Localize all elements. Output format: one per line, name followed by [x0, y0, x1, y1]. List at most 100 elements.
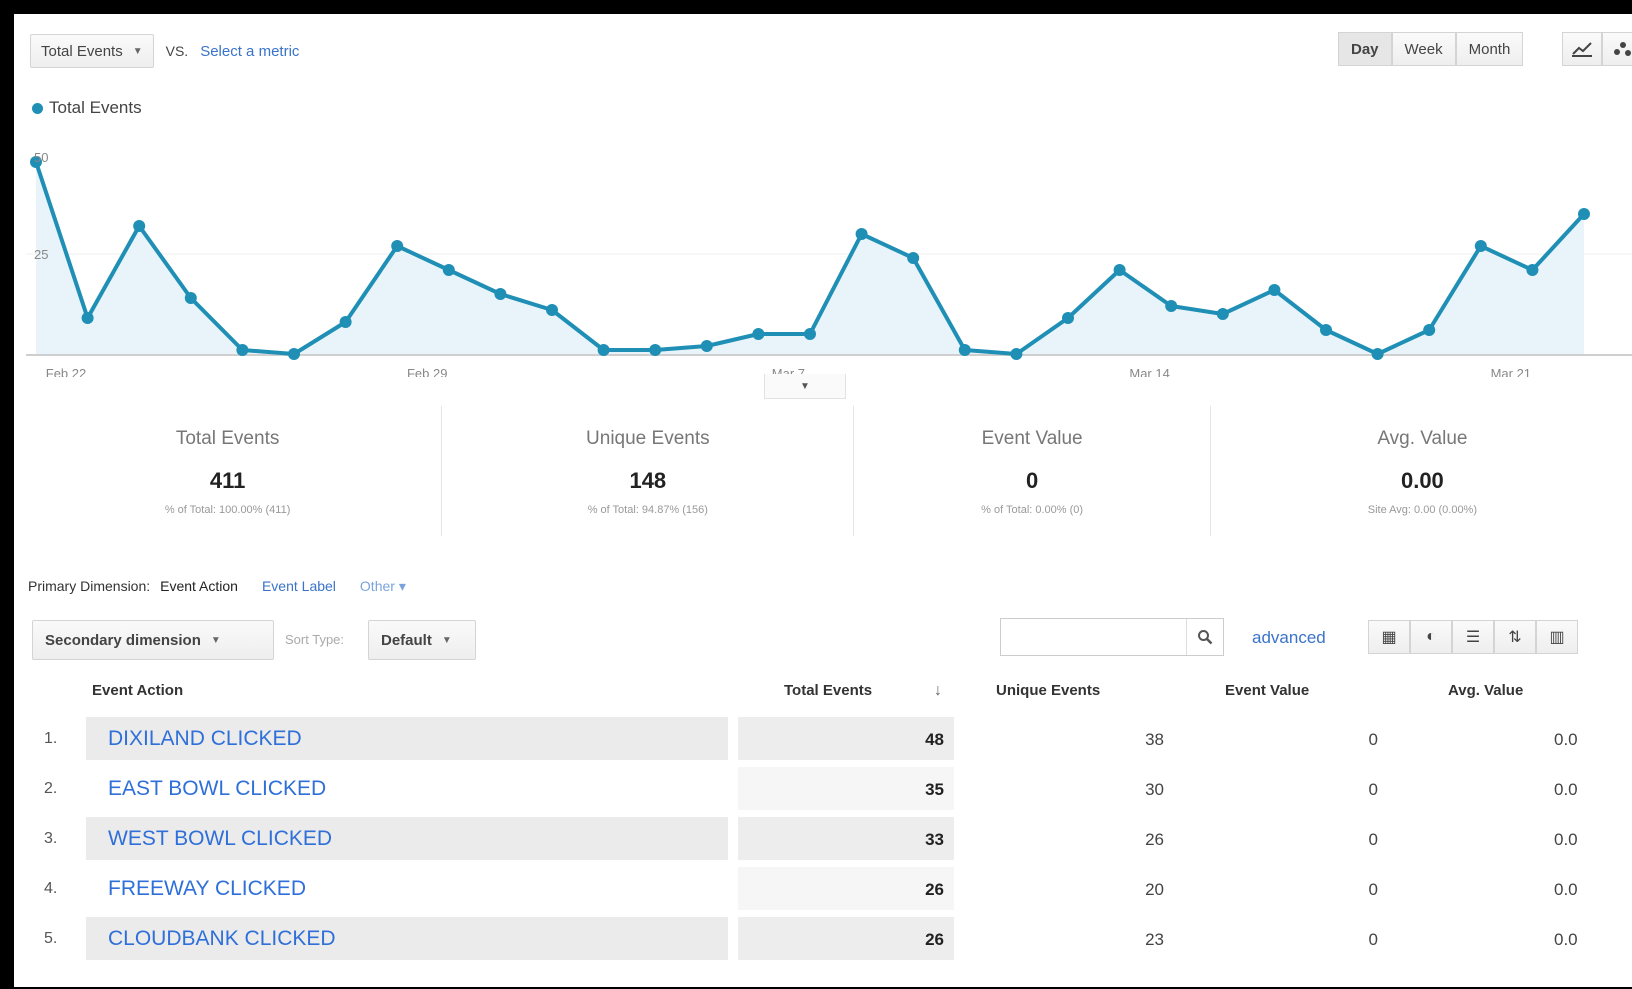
legend-swatch — [32, 102, 43, 114]
advanced-filter-link[interactable]: advanced — [1252, 628, 1326, 648]
scorecard-avg-value[interactable]: Avg. Value 0.00 Site Avg: 0.00 (0.00%) — [1211, 406, 1632, 536]
column-header-unique-events[interactable]: Unique Events — [996, 682, 1100, 699]
data-point — [855, 228, 868, 240]
pie-chart-view-icon[interactable]: ◐ — [1410, 620, 1452, 654]
data-point — [442, 264, 455, 276]
x-tick-label: Mar 14 — [1129, 366, 1169, 377]
series-area — [36, 162, 1584, 354]
table-body: 1. DIXILAND CLICKED 48 38 0 0.0 2. EAST … — [14, 714, 1632, 964]
scorecard-event-value[interactable]: Event Value 0 % of Total: 0.00% (0) — [854, 406, 1211, 536]
avg-value-value: 0.0 — [1554, 730, 1578, 749]
y-tick-label: 25 — [34, 247, 48, 262]
unique-events-value: 38 — [1145, 730, 1164, 749]
data-point — [1578, 208, 1590, 220]
data-point — [391, 240, 404, 252]
total-events-value: 26 — [925, 880, 944, 899]
y-tick-label: 50 — [34, 150, 48, 165]
select-metric-link[interactable]: Select a metric — [200, 43, 299, 60]
event-action-link[interactable]: WEST BOWL CLICKED — [108, 827, 332, 851]
event-action-link[interactable]: DIXILAND CLICKED — [108, 727, 302, 751]
data-point — [1371, 348, 1384, 360]
row-index: 1. — [44, 730, 58, 747]
vs-label: VS. — [165, 43, 189, 59]
scorecard-value: 0.00 — [1400, 468, 1444, 493]
row-index: 2. — [44, 780, 58, 797]
avg-value-value: 0.0 — [1554, 930, 1578, 949]
column-header-event-action[interactable]: Event Action — [92, 682, 183, 699]
primary-dimension-label: Primary Dimension: — [28, 578, 151, 594]
metric-dropdown-label: Total Events — [41, 42, 123, 60]
primary-dimension-bar: Primary Dimension: Event Action Event La… — [28, 578, 406, 595]
column-header-event-value[interactable]: Event Value — [1225, 682, 1309, 699]
chart-collapse-toggle[interactable]: ▼ — [764, 374, 846, 399]
data-point — [804, 328, 816, 340]
data-point — [597, 344, 610, 356]
search-icon[interactable] — [1186, 619, 1223, 655]
performance-view-icon[interactable]: ☰ — [1452, 620, 1494, 654]
dimension-event-label[interactable]: Event Label — [262, 578, 336, 595]
data-point — [752, 328, 765, 340]
pivot-view-icon[interactable]: ▥ — [1536, 620, 1578, 654]
legend-label: Total Events — [49, 98, 142, 117]
unique-events-value: 23 — [1145, 930, 1164, 949]
table-controls: Secondary dimension ▼ Sort Type: Default… — [14, 614, 1632, 664]
data-point — [1062, 312, 1074, 324]
sort-arrow-down-icon: ↓ — [934, 682, 942, 699]
data-point — [1320, 324, 1332, 336]
scorecard-title: Avg. Value — [1377, 428, 1468, 449]
table-row: 3. WEST BOWL CLICKED 33 26 0 0.0 — [14, 814, 1632, 864]
data-point — [184, 292, 197, 304]
event-action-link[interactable]: FREEWAY CLICKED — [108, 877, 306, 901]
dimension-event-action[interactable]: Event Action — [160, 578, 238, 595]
sort-type-dropdown[interactable]: Default ▼ — [368, 620, 476, 660]
avg-value-value: 0.0 — [1554, 780, 1578, 799]
data-point — [288, 348, 300, 360]
data-point — [907, 252, 920, 264]
x-tick-label: Feb 22 — [46, 366, 86, 377]
series-line — [34, 161, 1586, 356]
total-events-value: 48 — [925, 730, 944, 749]
data-point — [958, 344, 971, 356]
secondary-dimension-label: Secondary dimension — [45, 631, 201, 649]
total-events-value: 33 — [925, 830, 944, 849]
column-header-total-events[interactable]: Total Events — [784, 682, 872, 699]
motion-chart-icon[interactable] — [1602, 32, 1632, 66]
table-row: 4. FREEWAY CLICKED 26 20 0 0.0 — [14, 864, 1632, 914]
unique-events-value: 30 — [1145, 780, 1164, 799]
metric-dropdown[interactable]: Total Events ▼ — [30, 34, 154, 68]
scorecards: Total Events 411 % of Total: 100.00% (41… — [14, 406, 1632, 536]
period-week-button[interactable]: Week — [1391, 32, 1456, 66]
scorecard-subtext: % of Total: 94.87% (156) — [587, 504, 708, 516]
table-row: 5. CLOUDBANK CLICKED 26 23 0 0.0 — [14, 914, 1632, 964]
table-search-input[interactable] — [1000, 618, 1224, 656]
row-index: 3. — [44, 830, 58, 847]
scorecard-value: 148 — [629, 468, 667, 493]
data-point — [1474, 240, 1487, 252]
comparison-view-icon[interactable]: ⇅ — [1494, 620, 1536, 654]
avg-value-value: 0.0 — [1554, 830, 1578, 849]
data-point — [1526, 264, 1539, 276]
event-value-value: 0 — [1368, 730, 1378, 749]
x-tick-label: Mar 21 — [1491, 366, 1531, 377]
scorecard-unique-events[interactable]: Unique Events 148 % of Total: 94.87% (15… — [442, 406, 855, 536]
column-header-avg-value[interactable]: Avg. Value — [1448, 682, 1523, 699]
data-point — [546, 304, 558, 316]
data-table-view-icon[interactable]: ▦ — [1368, 620, 1410, 654]
data-point — [494, 288, 507, 300]
line-chart-icon[interactable] — [1562, 32, 1602, 66]
event-action-link[interactable]: CLOUDBANK CLICKED — [108, 927, 336, 951]
period-day-button[interactable]: Day — [1338, 32, 1392, 66]
chart-type-buttons — [1562, 32, 1632, 66]
event-action-link[interactable]: EAST BOWL CLICKED — [108, 777, 326, 801]
row-index: 5. — [44, 930, 58, 947]
event-value-value: 0 — [1368, 830, 1378, 849]
data-point — [133, 220, 146, 232]
analytics-panel: Total Events ▼ VS. Select a metric Day W… — [14, 14, 1632, 987]
period-month-button[interactable]: Month — [1455, 32, 1524, 66]
secondary-dimension-dropdown[interactable]: Secondary dimension ▼ — [32, 620, 274, 660]
table-header: Event Action Total Events ↓ Unique Event… — [14, 674, 1632, 710]
scorecard-total-events[interactable]: Total Events 411 % of Total: 100.00% (41… — [14, 406, 443, 536]
total-events-value: 26 — [925, 930, 944, 949]
dimension-other-dropdown[interactable]: Other ▾ — [360, 578, 406, 595]
chevron-down-icon: ▼ — [441, 634, 452, 646]
